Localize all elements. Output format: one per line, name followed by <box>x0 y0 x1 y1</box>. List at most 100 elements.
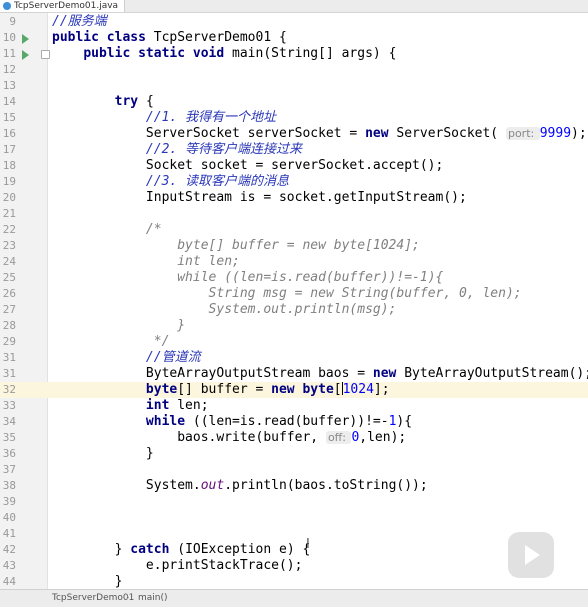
fold-marker-icon[interactable] <box>41 50 50 59</box>
code-line[interactable]: 10 public class TcpServerDemo01 { <box>0 30 588 46</box>
code-line[interactable]: 20 InputStream is = socket.getInputStrea… <box>0 190 588 206</box>
line-number: 31 <box>2 351 16 364</box>
code-line[interactable]: 19 //3. 读取客户端的消息 <box>0 174 588 190</box>
code-line[interactable]: 41 <box>0 526 588 542</box>
line-number: 16 <box>2 127 16 140</box>
line-number: 23 <box>2 239 16 252</box>
code-text: byte[] buffer = new byte[1024]; <box>177 238 420 253</box>
code-line[interactable]: 36 } <box>0 446 588 462</box>
line-number: 42 <box>2 543 16 556</box>
code-line[interactable]: 43 e.printStackTrace(); <box>0 558 588 574</box>
code-line[interactable]: 16 ServerSocket serverSocket = new Serve… <box>0 126 588 142</box>
line-number: 28 <box>2 319 16 332</box>
code-line[interactable]: 25 while ((len=is.read(buffer))!=-1){ <box>0 270 588 286</box>
code-text: ByteArrayOutputStream baos = new ByteArr… <box>52 366 588 381</box>
line-number: 31 <box>2 367 16 380</box>
line-number: 39 <box>2 495 16 508</box>
code-line[interactable]: 21 <box>0 206 588 222</box>
code-line[interactable]: 31 //管道流 <box>0 350 588 366</box>
line-number: 18 <box>2 159 16 172</box>
code-line[interactable]: 40 <box>0 510 588 526</box>
line-number: 32 <box>2 383 16 396</box>
code-text: //3. 读取客户端的消息 <box>145 174 290 189</box>
breadcrumb-class[interactable]: TcpServerDemo01 <box>52 590 134 607</box>
code-text: try { <box>114 94 154 109</box>
line-number: 34 <box>2 415 16 428</box>
code-text: ServerSocket serverSocket = new ServerSo… <box>52 126 587 141</box>
code-line[interactable]: 39 <box>0 494 588 510</box>
line-number: 9 <box>9 15 16 28</box>
line-number: 22 <box>2 223 16 236</box>
line-number: 41 <box>2 527 16 540</box>
code-text: int len; <box>145 398 209 413</box>
line-number: 11 <box>2 47 16 60</box>
code-line[interactable]: 35 baos.write(buffer, off: 0,len); <box>0 430 588 446</box>
code-text: Socket socket = serverSocket.accept(); <box>52 158 444 173</box>
code-line[interactable]: 24 int len; <box>0 254 588 270</box>
java-class-icon <box>3 2 11 10</box>
line-number: 15 <box>2 111 16 124</box>
code-editor[interactable]: 9 //服务端 10 public class TcpServerDemo01 {11… <box>0 13 588 589</box>
code-text: String msg = new String(buffer, 0, len); <box>208 286 522 301</box>
editor-tab-bar: TcpServerDemo01.java <box>0 0 588 13</box>
code-text: //服务端 <box>52 14 107 29</box>
code-line[interactable]: 38 System.out.println(baos.toString()); <box>0 478 588 494</box>
code-text: */ <box>153 334 170 349</box>
line-number: 19 <box>2 175 16 188</box>
line-number: 38 <box>2 479 16 492</box>
code-line[interactable]: 14 try { <box>0 94 588 110</box>
code-text: e.printStackTrace(); <box>52 558 303 573</box>
run-gutter-icon[interactable] <box>22 34 29 44</box>
line-number: 27 <box>2 303 16 316</box>
line-number: 20 <box>2 191 16 204</box>
code-line[interactable]: 33 int len; <box>0 398 588 414</box>
code-text: System.out.println(baos.toString()); <box>52 478 428 493</box>
code-line[interactable]: 15 //1. 我得有一个地址 <box>0 110 588 126</box>
code-line[interactable]: 34 while ((len=is.read(buffer))!=-1){ <box>0 414 588 430</box>
code-line[interactable]: 11 public static void main(String[] args… <box>0 46 588 62</box>
line-number: 14 <box>2 95 16 108</box>
breadcrumb-bar: TcpServerDemo01 › main() <box>0 589 588 607</box>
code-line[interactable]: 29 */ <box>0 334 588 350</box>
code-text: } <box>52 574 123 589</box>
line-number: 36 <box>2 447 16 460</box>
line-number: 35 <box>2 431 16 444</box>
code-line[interactable]: 32 byte[] buffer = new byte[1024]; <box>0 382 588 398</box>
code-line[interactable]: 44 } <box>0 574 588 589</box>
code-line[interactable]: 9 //服务端 <box>0 14 588 30</box>
line-number: 40 <box>2 511 16 524</box>
line-number: 43 <box>2 559 16 572</box>
code-line[interactable]: 28 } <box>0 318 588 334</box>
code-line[interactable]: 27 System.out.println(msg); <box>0 302 588 318</box>
run-gutter-icon[interactable] <box>22 50 29 60</box>
code-text: public static void main(String[] args) { <box>83 46 397 61</box>
breadcrumb-method[interactable]: main() <box>138 590 168 607</box>
code-line[interactable]: 23 byte[] buffer = new byte[1024]; <box>0 238 588 254</box>
line-number: 26 <box>2 287 16 300</box>
code-line[interactable]: 26 String msg = new String(buffer, 0, le… <box>0 286 588 302</box>
code-text: int len; <box>177 254 240 269</box>
code-text: /* <box>145 222 162 237</box>
mouse-ibeam-cursor-icon: I <box>306 537 310 552</box>
file-tab-label: TcpServerDemo01.java <box>14 1 119 11</box>
code-line[interactable]: 13 <box>0 78 588 94</box>
code-line[interactable]: 37 <box>0 462 588 478</box>
file-tab[interactable]: TcpServerDemo01.java <box>0 0 126 12</box>
line-number: 33 <box>2 399 16 412</box>
breadcrumb-separator-icon: › <box>126 593 130 603</box>
line-number: 10 <box>2 31 16 44</box>
line-number: 37 <box>2 463 16 476</box>
code-line[interactable]: 31 ByteArrayOutputStream baos = new Byte… <box>0 366 588 382</box>
line-number: 21 <box>2 207 16 220</box>
code-line[interactable]: 42 } catch (IOException e) { <box>0 542 588 558</box>
line-number: 24 <box>2 255 16 268</box>
code-line[interactable]: 12 <box>0 62 588 78</box>
code-line[interactable]: 17 //2. 等待客户端连接过来 <box>0 142 588 158</box>
code-line[interactable]: 22 /* <box>0 222 588 238</box>
code-text: InputStream is = socket.getInputStream()… <box>52 190 467 205</box>
code-text: } catch (IOException e) { <box>52 542 311 557</box>
code-text: System.out.println(msg); <box>208 302 397 317</box>
line-number: 13 <box>2 79 16 92</box>
line-number: 29 <box>2 335 16 348</box>
code-line[interactable]: 18 Socket socket = serverSocket.accept()… <box>0 158 588 174</box>
